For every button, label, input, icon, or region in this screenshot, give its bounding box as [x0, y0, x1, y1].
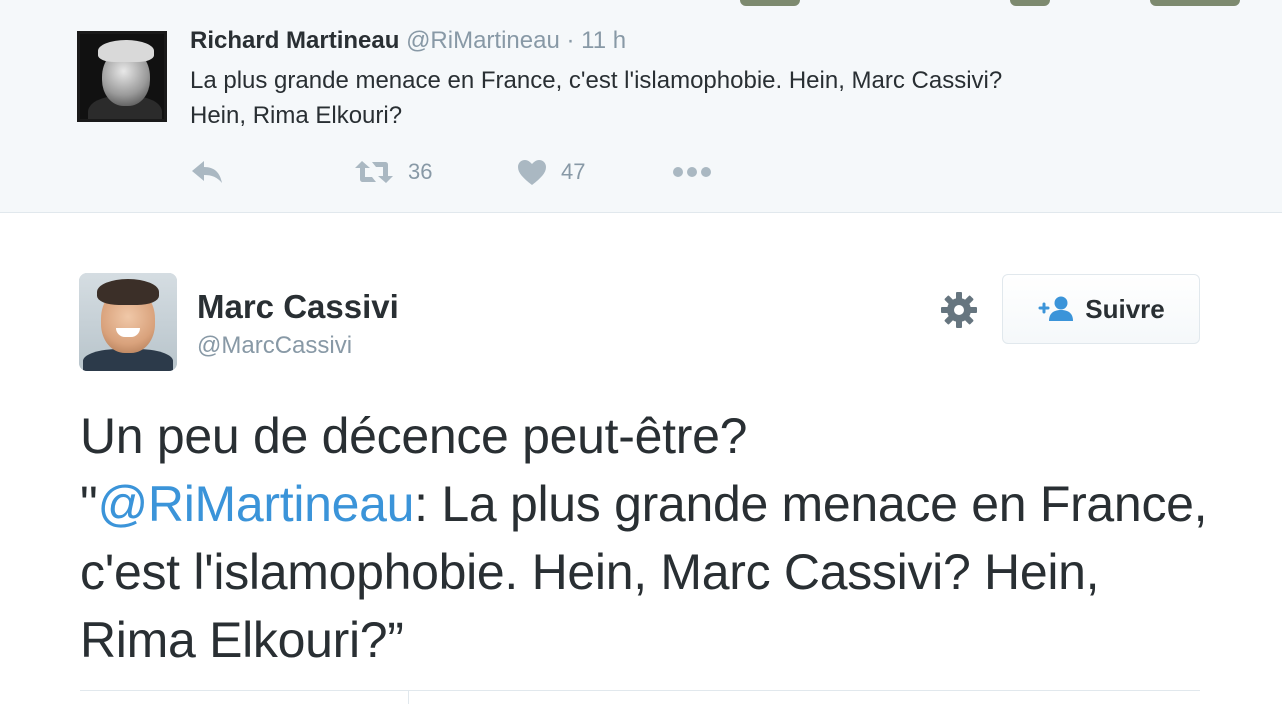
- main-text-intro: Un peu de décence peut-être?: [80, 408, 748, 464]
- main-author-handle[interactable]: @MarcCassivi: [197, 332, 352, 360]
- context-tweet-text: La plus grande menace en France, c'est l…: [190, 63, 1190, 133]
- context-tweet[interactable]: Richard Martineau @RiMartineau · 11 h La…: [0, 0, 1282, 213]
- settings-button[interactable]: [940, 291, 978, 334]
- main-author-name[interactable]: Marc Cassivi: [197, 288, 399, 326]
- like-count: 47: [561, 159, 586, 184]
- reply-icon: [190, 159, 224, 185]
- background-decoration: [1150, 0, 1240, 6]
- main-text-quote: "@RiMartineau: La plus grande menace en …: [80, 470, 1220, 674]
- context-tweet-header: Richard Martineau @RiMartineau · 11 h: [190, 27, 626, 55]
- background-decoration: [1010, 0, 1050, 6]
- mention-link[interactable]: @RiMartineau: [97, 476, 414, 532]
- retweet-button[interactable]: 36: [354, 150, 432, 194]
- like-button[interactable]: 47: [517, 150, 585, 194]
- retweet-count: 36: [408, 159, 433, 184]
- follow-button[interactable]: Suivre: [1002, 274, 1200, 344]
- heart-icon: [517, 159, 547, 186]
- background-decoration: [740, 0, 800, 6]
- context-author-handle[interactable]: @RiMartineau: [406, 27, 560, 54]
- more-icon: [672, 166, 712, 178]
- follow-label: Suivre: [1085, 293, 1165, 324]
- follow-user-icon: [1037, 296, 1075, 322]
- context-separator: ·: [566, 27, 575, 54]
- main-avatar[interactable]: [79, 273, 177, 371]
- stats-divider: [80, 690, 1200, 691]
- context-text-line: Hein, Rima Elkouri?: [190, 102, 403, 129]
- gear-icon: [940, 291, 978, 334]
- reply-button[interactable]: [190, 150, 224, 194]
- tweet-page: Richard Martineau @RiMartineau · 11 h La…: [0, 0, 1282, 704]
- stats-divider-vertical: [408, 690, 409, 704]
- quote-mark: ": [80, 476, 98, 532]
- retweet-icon: [354, 159, 394, 185]
- main-tweet-text: Un peu de décence peut-être? "@RiMartine…: [80, 402, 1220, 674]
- context-avatar[interactable]: [77, 31, 167, 122]
- context-timestamp[interactable]: 11 h: [581, 27, 626, 54]
- more-button[interactable]: [672, 150, 712, 194]
- context-text-line: La plus grande menace en France, c'est l…: [190, 67, 1003, 94]
- context-author-name[interactable]: Richard Martineau: [190, 27, 399, 54]
